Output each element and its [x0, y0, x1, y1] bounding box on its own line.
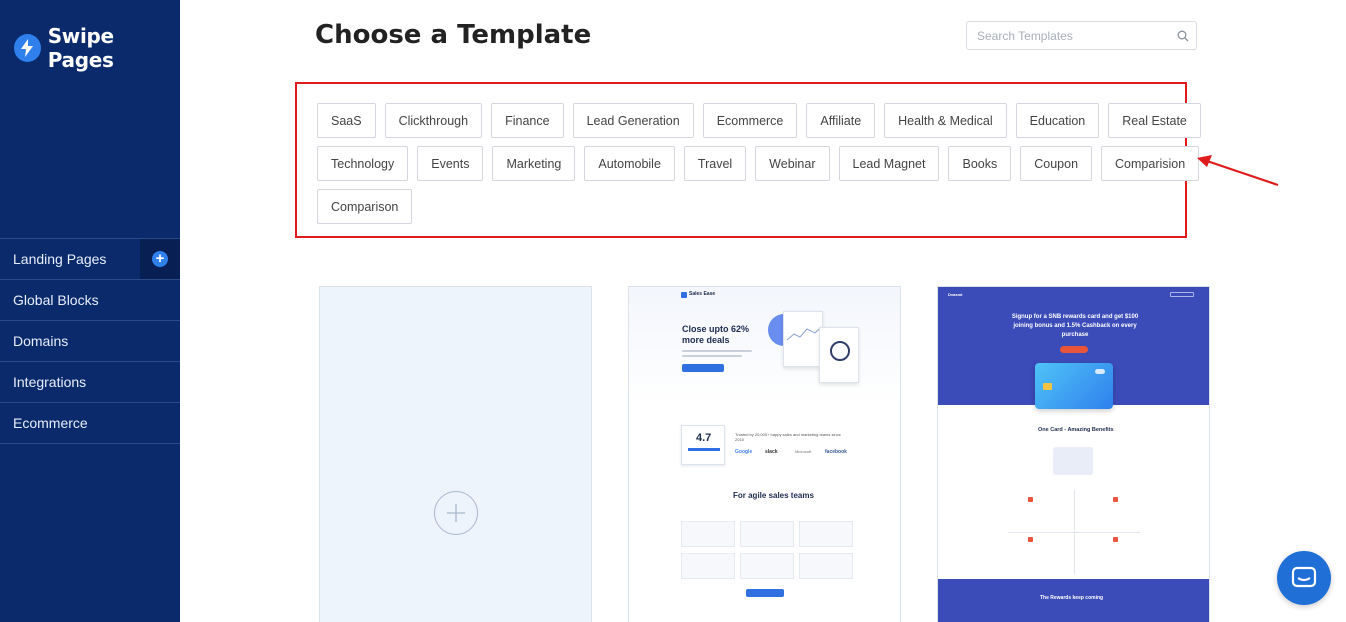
benefit-icon: [1113, 497, 1118, 502]
feature-tile: [799, 521, 853, 547]
donut-card-illustration: [819, 327, 859, 383]
feature-tile: [740, 521, 794, 547]
search-icon[interactable]: [1170, 22, 1196, 49]
category-row: Technology Events Marketing Automobile T…: [317, 146, 1200, 181]
cta-button: [1060, 346, 1088, 353]
feature-tile: [681, 521, 735, 547]
blank-template-card[interactable]: [319, 286, 592, 622]
brand-logo: Microsoft: [795, 449, 812, 454]
category-chip-lead-magnet[interactable]: Lead Magnet: [838, 146, 940, 181]
annotation-arrow-icon: [1197, 155, 1279, 187]
add-landing-page-button[interactable]: +: [140, 239, 180, 279]
category-chip-clickthrough[interactable]: Clickthrough: [384, 103, 483, 138]
category-chip-coupon[interactable]: Coupon: [1020, 146, 1093, 181]
credit-card-illustration: [1035, 363, 1113, 409]
footer-title: The Rewards keep coming: [1040, 595, 1104, 601]
category-chip-technology[interactable]: Technology: [317, 146, 409, 181]
category-chip-ecommerce[interactable]: Ecommerce: [702, 103, 798, 138]
text-line: [682, 355, 742, 357]
cta-button: [682, 364, 724, 372]
card-chip-icon: [1043, 383, 1052, 390]
category-chip-saas[interactable]: SaaS: [317, 103, 376, 138]
sidebar-item-label: Domains: [13, 333, 69, 349]
sidebar-item-label: Global Blocks: [13, 292, 99, 308]
sidebar-item-label: Integrations: [13, 374, 87, 390]
category-row: SaaS Clickthrough Finance Lead Generatio…: [317, 103, 1201, 138]
cta-button: [746, 589, 784, 597]
search-box: [966, 21, 1197, 50]
template-preview-hero: [629, 287, 900, 407]
rating-value: 4.7: [696, 432, 712, 444]
category-filter-box: SaaS Clickthrough Finance Lead Generatio…: [295, 82, 1201, 238]
category-chip-lead-generation[interactable]: Lead Generation: [572, 103, 694, 138]
trusted-text: Trusted by 20,000+ happy sales and marke…: [735, 432, 841, 442]
brand-logo: slack: [765, 449, 778, 455]
sidebar-item-domains[interactable]: Domains: [0, 321, 180, 362]
category-chip-comparison[interactable]: Comparison: [317, 189, 413, 224]
brand[interactable]: Swipe Pages: [14, 24, 180, 72]
category-chip-education[interactable]: Education: [1015, 103, 1100, 138]
chat-support-button[interactable]: [1277, 551, 1331, 605]
category-chip-marketing[interactable]: Marketing: [492, 146, 576, 181]
header-button: [1170, 292, 1194, 297]
benefit-icon: [1028, 497, 1033, 502]
category-chip-finance[interactable]: Finance: [491, 103, 564, 138]
brand-logo: Google: [735, 449, 753, 455]
rating-card: 4.7: [681, 425, 725, 465]
people-illustration: [1053, 447, 1093, 475]
brand-logo: facebook: [825, 449, 847, 455]
category-chip-comparision[interactable]: Comparision: [1101, 146, 1200, 181]
template-headline: Close upto 62% more deals: [682, 324, 750, 345]
toggle-icon: [1095, 369, 1105, 374]
chart-card-illustration: [783, 311, 823, 367]
search-input[interactable]: [967, 22, 1170, 49]
plus-icon: [434, 491, 478, 535]
sidebar-item-global-blocks[interactable]: Global Blocks: [0, 280, 180, 321]
sidebar-item-label: Ecommerce: [13, 415, 88, 431]
category-chip-webinar[interactable]: Webinar: [755, 146, 830, 181]
category-chip-events[interactable]: Events: [417, 146, 484, 181]
benefit-icon: [1028, 537, 1033, 542]
sidebar-nav: Landing Pages + Global Blocks Domains In…: [0, 238, 180, 444]
category-row: Comparison: [317, 189, 413, 224]
sidebar-item-label: Landing Pages: [13, 251, 107, 267]
category-chip-real-estate[interactable]: Real Estate: [1108, 103, 1201, 138]
app-root: Swipe Pages Landing Pages + Global Block…: [0, 0, 1346, 622]
category-chip-travel[interactable]: Travel: [683, 146, 747, 181]
sidebar-item-landing-pages[interactable]: Landing Pages +: [0, 239, 180, 280]
feature-tile: [799, 553, 853, 579]
section-title: For agile sales teams: [733, 491, 814, 500]
category-chip-automobile[interactable]: Automobile: [584, 146, 675, 181]
chat-icon: [1291, 566, 1317, 588]
plus-icon: +: [152, 251, 168, 267]
feature-tile: [681, 553, 735, 579]
page-title: Choose a Template: [315, 20, 592, 50]
feature-tile: [740, 553, 794, 579]
template-logo: Dvasmt: [948, 292, 963, 297]
brand-name: Swipe Pages: [47, 24, 114, 72]
category-chip-health-medical[interactable]: Health & Medical: [884, 103, 1007, 138]
category-chip-affiliate[interactable]: Affiliate: [806, 103, 876, 138]
template-logo: Sales Ease: [689, 291, 716, 297]
template-card-sales[interactable]: Sales Ease Close upto 62% more deals 4.7…: [628, 286, 901, 622]
template-preview-footer: The Rewards keep coming: [938, 579, 1209, 622]
template-headline: Signup for a SNB rewards card and get $1…: [1011, 314, 1139, 338]
lightning-bolt-icon: [14, 34, 41, 62]
sidebar: Swipe Pages Landing Pages + Global Block…: [0, 0, 180, 622]
sidebar-item-ecommerce[interactable]: Ecommerce: [0, 403, 180, 444]
template-card-rewards[interactable]: Dvasmt Signup for a SNB rewards card and…: [937, 286, 1210, 622]
sidebar-item-integrations[interactable]: Integrations: [0, 362, 180, 403]
logo-icon: [681, 292, 687, 298]
benefit-icon: [1113, 537, 1118, 542]
rating-bar: [688, 448, 720, 451]
section-title: One Card - Amazing Benefits: [1038, 427, 1114, 433]
category-chip-books[interactable]: Books: [948, 146, 1012, 181]
text-line: [682, 350, 752, 352]
divider: [1008, 532, 1140, 533]
